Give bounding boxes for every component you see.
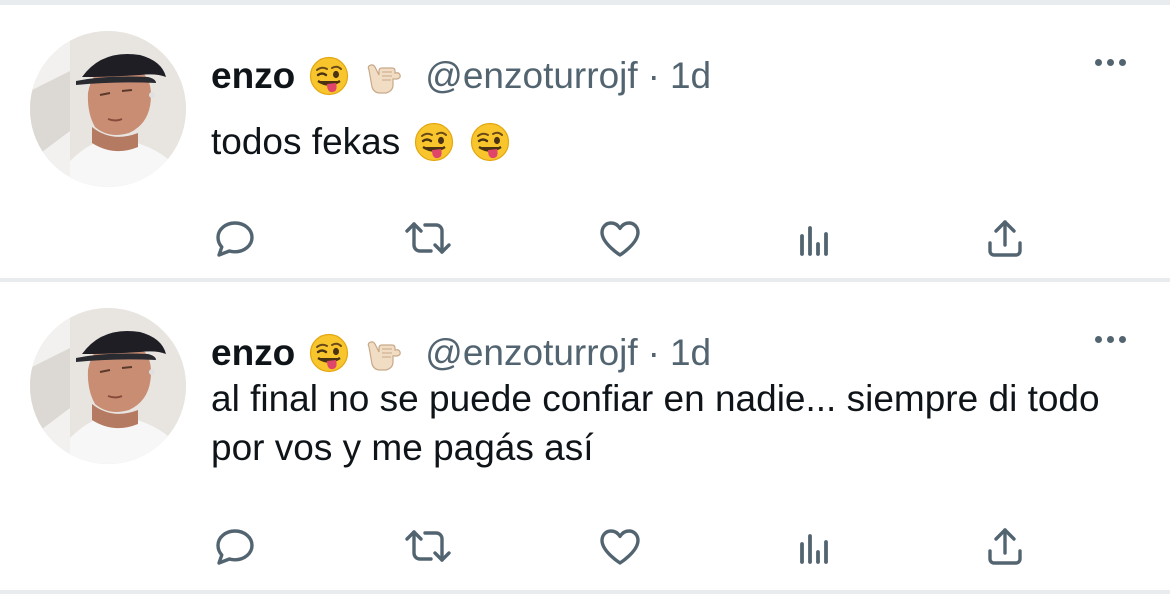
share-icon (988, 220, 1022, 257)
retweet-icon (405, 530, 451, 562)
like-button[interactable] (592, 210, 648, 266)
tweet-header: enzo @enzoturrojf · 1d (211, 330, 711, 376)
reply-button[interactable] (207, 210, 263, 266)
tweet[interactable]: enzo @enzoturrojf · 1d al final no se pu… (0, 282, 1170, 590)
user-handle[interactable]: @enzoturrojf (425, 55, 637, 97)
retweet-button[interactable] (400, 518, 456, 574)
separator-dot: · (647, 332, 660, 373)
winking-tongue-face-emoji (414, 122, 454, 162)
tweet-actions (0, 518, 1170, 578)
separator-dot: · (647, 55, 660, 96)
share-button[interactable] (977, 210, 1033, 266)
tweet-header: enzo @enzoturrojf · 1d (211, 53, 711, 99)
winking-tongue-face-emoji (309, 333, 349, 373)
tweet-text: todos fekas (211, 117, 510, 166)
more-dot-icon (1107, 59, 1114, 66)
like-icon (600, 221, 640, 257)
more-dot-icon (1095, 336, 1102, 343)
analytics-button[interactable] (786, 518, 842, 574)
like-button[interactable] (592, 518, 648, 574)
more-dot-icon (1095, 59, 1102, 66)
timestamp[interactable]: 1d (670, 55, 711, 97)
like-icon (600, 529, 640, 565)
tweet-text-content: todos fekas (211, 121, 401, 162)
analytics-icon (800, 534, 828, 564)
avatar[interactable] (30, 308, 186, 464)
more-options-button[interactable] (1095, 59, 1126, 66)
more-dot-icon (1107, 336, 1114, 343)
retweet-icon (405, 222, 451, 254)
more-options-button[interactable] (1095, 336, 1126, 343)
retweet-button[interactable] (400, 210, 456, 266)
reply-icon (216, 221, 254, 257)
winking-tongue-face-emoji (470, 122, 510, 162)
display-name[interactable]: enzo (211, 332, 295, 374)
reply-button[interactable] (207, 518, 263, 574)
share-button[interactable] (977, 518, 1033, 574)
analytics-button[interactable] (786, 210, 842, 266)
reply-icon (216, 529, 254, 565)
display-name[interactable]: enzo (211, 55, 295, 97)
divider-bottom (0, 590, 1170, 594)
tweet[interactable]: enzo @enzoturrojf · 1d todos fekas (0, 5, 1170, 278)
timestamp[interactable]: 1d (670, 332, 711, 374)
more-dot-icon (1119, 59, 1126, 66)
share-icon (988, 528, 1022, 565)
analytics-icon (800, 226, 828, 256)
user-handle[interactable]: @enzoturrojf (425, 332, 637, 374)
call-me-hand-emoji (363, 333, 403, 373)
winking-tongue-face-emoji (309, 56, 349, 96)
avatar[interactable] (30, 31, 186, 187)
more-dot-icon (1119, 336, 1126, 343)
call-me-hand-emoji (363, 56, 403, 96)
tweet-actions (0, 210, 1170, 270)
tweet-text: al final no se puede confiar en nadie...… (211, 378, 1100, 468)
